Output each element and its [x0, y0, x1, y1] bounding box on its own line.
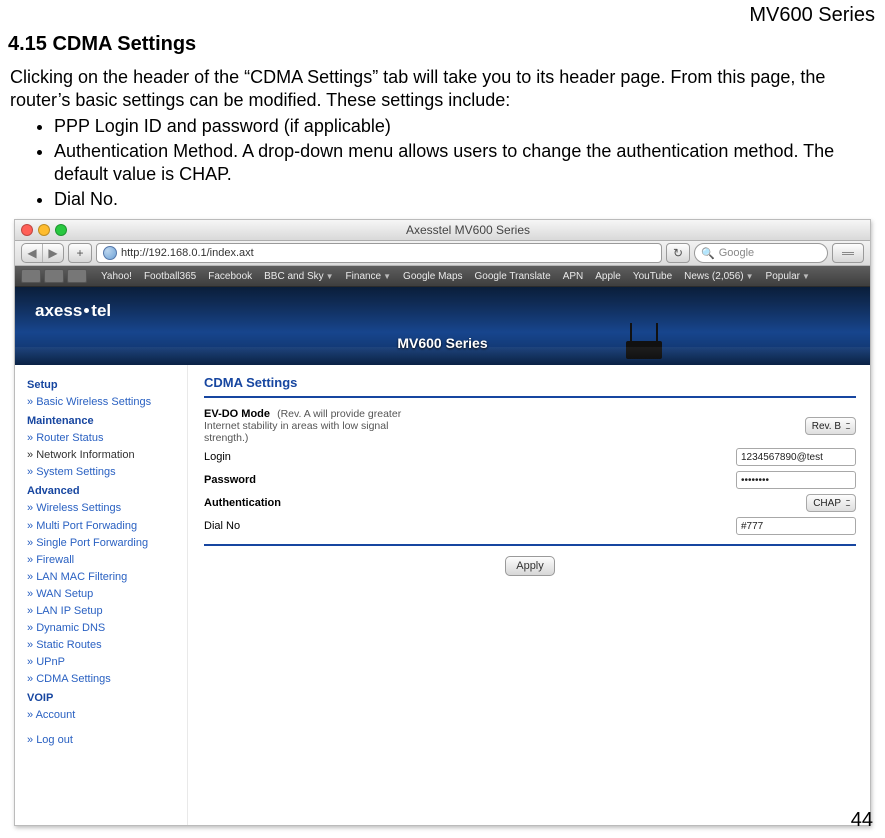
add-bookmark-button[interactable]: + [68, 243, 92, 263]
bookmark-item[interactable]: Finance▼ [346, 271, 392, 282]
bookmark-item[interactable]: Football365 [144, 271, 196, 282]
page-number: 44 [851, 809, 873, 832]
evdo-mode-select[interactable]: Rev. B [805, 417, 856, 435]
bookmark-item[interactable]: Google Maps [403, 271, 462, 282]
bullet-item: PPP Login ID and password (if applicable… [54, 115, 867, 138]
search-icon: 🔍 [701, 247, 715, 260]
zoom-icon[interactable] [55, 224, 67, 236]
sidebar-item-wireless-settings[interactable]: Wireless Settings [27, 500, 177, 517]
apply-button[interactable]: Apply [505, 556, 555, 576]
app-header-banner: axesstel MV600 Series [15, 287, 870, 365]
bookmark-pad-icons[interactable] [21, 269, 87, 283]
bookmarks-bar: Yahoo! Football365 Facebook BBC and Sky▼… [15, 266, 870, 287]
brand-logo: axesstel [35, 301, 111, 321]
forward-icon[interactable]: ▶ [42, 244, 63, 262]
password-label: Password [204, 474, 424, 486]
close-icon[interactable] [21, 224, 33, 236]
sidebar-item-static-routes[interactable]: Static Routes [27, 637, 177, 654]
sidebar-item-account[interactable]: Account [27, 707, 177, 724]
sidebar-item-lan-ip-setup[interactable]: LAN IP Setup [27, 603, 177, 620]
sidebar-item-basic-wireless[interactable]: Basic Wireless Settings [27, 394, 177, 411]
browser-toolbar: ◀ ▶ + http://192.168.0.1/index.axt ↻ 🔍 G… [15, 241, 870, 266]
sidebar-item-network-info[interactable]: Network Information [27, 447, 177, 464]
window-title: Axesstel MV600 Series [72, 223, 864, 237]
section-title: 4.15 CDMA Settings [8, 33, 877, 56]
chevron-down-icon: ▼ [326, 272, 334, 281]
sidebar-heading-voip: VOIP [27, 690, 177, 707]
password-input[interactable]: •••••••• [736, 471, 856, 489]
bookmark-item[interactable]: YouTube [633, 271, 672, 282]
evdo-mode-label: EV-DO Mode (Rev. A will provide greater … [204, 408, 424, 444]
sidebar-heading-setup: Setup [27, 377, 177, 394]
bullet-item: Authentication Method. A drop-down menu … [54, 140, 867, 186]
sidebar-item-cdma-settings[interactable]: CDMA Settings [27, 671, 177, 688]
dialno-input[interactable]: #777 [736, 517, 856, 535]
chevron-down-icon: ▼ [802, 272, 810, 281]
running-header: MV600 Series [8, 4, 875, 27]
nav-back-forward[interactable]: ◀ ▶ [21, 243, 64, 263]
content-area: CDMA Settings EV-DO Mode (Rev. A will pr… [188, 365, 870, 825]
brand-dot-icon [84, 308, 89, 313]
bookmark-item[interactable]: Yahoo! [101, 271, 132, 282]
bookmark-item[interactable]: Popular▼ [766, 271, 810, 282]
sidebar-item-single-port-fwd[interactable]: Single Port Forwarding [27, 535, 177, 552]
dialno-label: Dial No [204, 520, 424, 532]
search-field[interactable]: 🔍 Google [694, 243, 828, 263]
sidebar-item-router-status[interactable]: Router Status [27, 430, 177, 447]
sidebar-nav: Setup Basic Wireless Settings Maintenanc… [15, 365, 188, 825]
chevron-down-icon: ▼ [746, 272, 754, 281]
sidebar-heading-maintenance: Maintenance [27, 413, 177, 430]
bullet-item: Dial No. [54, 188, 867, 211]
auth-label: Authentication [204, 497, 424, 509]
back-icon[interactable]: ◀ [22, 244, 42, 262]
bookmark-item[interactable]: Google Translate [475, 271, 551, 282]
menu-toggle-button[interactable] [832, 243, 864, 263]
sidebar-item-wan-setup[interactable]: WAN Setup [27, 586, 177, 603]
divider [204, 396, 856, 398]
window-titlebar: Axesstel MV600 Series [15, 220, 870, 241]
intro-bullet-list: PPP Login ID and password (if applicable… [54, 115, 867, 211]
login-label: Login [204, 451, 424, 463]
bookmark-item[interactable]: APN [563, 271, 584, 282]
divider [204, 544, 856, 546]
sidebar-item-system-settings[interactable]: System Settings [27, 464, 177, 481]
sidebar-item-multi-port-fwd[interactable]: Multi Port Forwading [27, 518, 177, 535]
chevron-down-icon: ▼ [383, 272, 391, 281]
sidebar-heading-advanced: Advanced [27, 483, 177, 500]
sidebar-item-dynamic-dns[interactable]: Dynamic DNS [27, 620, 177, 637]
bookmark-item[interactable]: Apple [595, 271, 621, 282]
auth-select[interactable]: CHAP [806, 494, 856, 512]
globe-icon [103, 246, 117, 260]
sidebar-item-logout[interactable]: Log out [27, 732, 177, 749]
sidebar-item-upnp[interactable]: UPnP [27, 654, 177, 671]
intro-paragraph: Clicking on the header of the “CDMA Sett… [10, 66, 871, 111]
url-text: http://192.168.0.1/index.axt [121, 247, 254, 259]
minimize-icon[interactable] [38, 224, 50, 236]
sidebar-item-lan-mac-filtering[interactable]: LAN MAC Filtering [27, 569, 177, 586]
bookmark-item[interactable]: Facebook [208, 271, 252, 282]
sidebar-item-firewall[interactable]: Firewall [27, 552, 177, 569]
search-placeholder: Google [719, 247, 754, 259]
bookmark-item[interactable]: News (2,056)▼ [684, 271, 753, 282]
login-input[interactable]: 1234567890@test [736, 448, 856, 466]
reload-button[interactable]: ↻ [666, 243, 690, 263]
embedded-browser-window: Axesstel MV600 Series ◀ ▶ + http://192.1… [14, 219, 871, 826]
content-title: CDMA Settings [204, 375, 856, 390]
address-bar[interactable]: http://192.168.0.1/index.axt [96, 243, 662, 263]
bookmark-item[interactable]: BBC and Sky▼ [264, 271, 333, 282]
